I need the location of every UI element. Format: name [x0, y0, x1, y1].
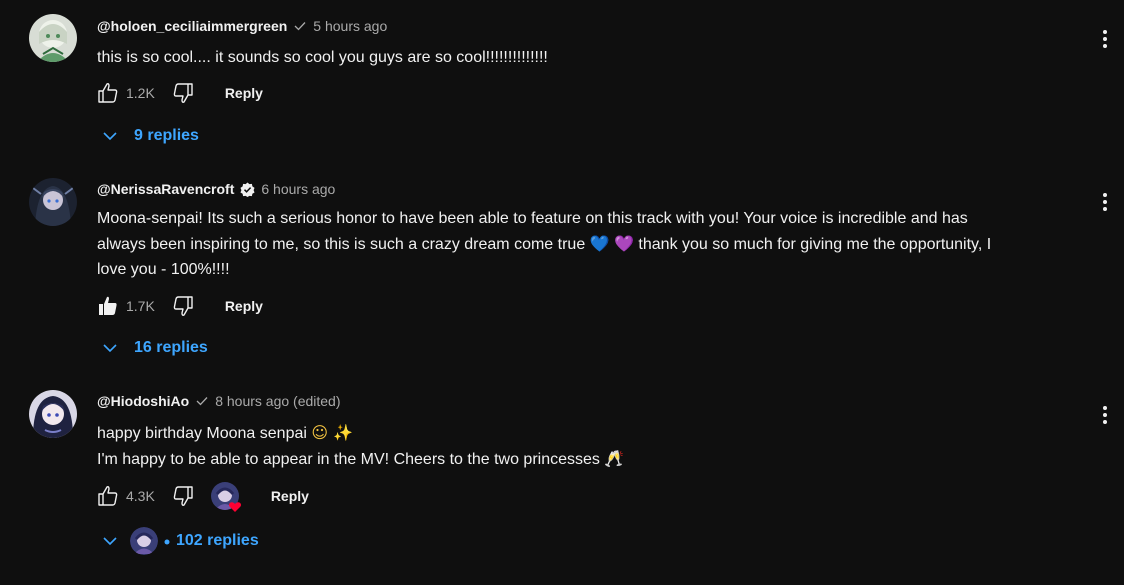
bullet-separator-icon	[164, 532, 170, 550]
comment-text-line: I'm happy to be able to appear in the MV…	[97, 446, 1087, 472]
creator-heart-badge	[210, 482, 241, 512]
comment-text: Moona-senpai! Its such a serious honor t…	[97, 206, 1087, 282]
comment-header: @HiodoshiAo 8 hours ago (edited)	[97, 391, 341, 411]
author-name[interactable]: @holoen_ceciliaimmergreen	[97, 18, 287, 34]
reply-button[interactable]: Reply	[271, 488, 309, 504]
comment-text-line: happy birthday Moona senpai ☺ ✨	[97, 420, 1087, 446]
avatar-nerissa-icon	[29, 178, 77, 226]
author-name[interactable]: @HiodoshiAo	[97, 393, 189, 409]
thumbs-up-filled-icon	[99, 296, 117, 315]
comment-actions: 4.3K Reply	[94, 482, 309, 512]
author-name[interactable]: @NerissaRavencroft	[97, 181, 234, 197]
comment-timestamp[interactable]: 8 hours ago (edited)	[215, 393, 340, 409]
reply-button[interactable]: Reply	[225, 85, 263, 101]
chevron-down-icon	[100, 338, 120, 358]
avatar[interactable]	[29, 390, 77, 438]
comment-text: happy birthday Moona senpai ☺ ✨ I'm happ…	[97, 420, 1087, 472]
comment-text-fragment: I'm happy to be able to appear in the MV…	[97, 451, 600, 468]
reply-button[interactable]: Reply	[225, 298, 263, 314]
more-actions-button[interactable]	[1093, 403, 1117, 427]
comment-text-line: love you - 100%!!!!	[97, 261, 230, 278]
more-actions-button[interactable]	[1093, 27, 1117, 51]
comment-text-line: Moona-senpai! Its such a serious honor t…	[97, 210, 968, 227]
comment-header: @NerissaRavencroft 6 hours ago	[97, 179, 335, 199]
purple-heart-emoji: 💜	[614, 234, 634, 253]
view-replies-button[interactable]: 9 replies	[100, 124, 199, 148]
avatar[interactable]	[29, 14, 77, 62]
smiling-sparkles-emoji: ☺ ✨	[311, 423, 354, 442]
verified-badge-icon	[240, 181, 255, 197]
like-count: 4.3K	[126, 488, 155, 504]
creator-avatar-icon	[130, 527, 158, 555]
dislike-button[interactable]	[169, 79, 197, 107]
more-vert-icon	[1103, 193, 1107, 211]
view-replies-button[interactable]: 102 replies	[100, 527, 259, 555]
comment-text-line: this is so cool.... it sounds so cool yo…	[97, 49, 548, 66]
like-button[interactable]	[94, 292, 122, 320]
comment-header: @holoen_ceciliaimmergreen 5 hours ago	[97, 16, 387, 36]
creator-heart-icon	[210, 482, 241, 512]
comment-timestamp[interactable]: 5 hours ago	[313, 18, 387, 34]
dislike-button[interactable]	[169, 292, 197, 320]
comment-actions: 1.2K Reply	[94, 79, 263, 107]
like-button[interactable]	[94, 482, 122, 510]
thumbs-up-icon	[98, 83, 118, 103]
dislike-button[interactable]	[169, 482, 197, 510]
comment-text-line: always been inspiring to me, so this is …	[97, 231, 1087, 257]
comment-text-fragment: thank you so much for giving me the oppo…	[638, 236, 992, 253]
comment-timestamp[interactable]: 6 hours ago	[261, 181, 335, 197]
like-button[interactable]	[94, 79, 122, 107]
like-count: 1.7K	[126, 298, 155, 314]
replies-count-label: 16 replies	[134, 339, 208, 356]
more-actions-button[interactable]	[1093, 190, 1117, 214]
avatar-cecilia-icon	[29, 14, 77, 62]
verified-check-icon	[293, 19, 307, 33]
chevron-down-icon	[100, 126, 120, 146]
verified-check-icon	[195, 394, 209, 408]
comment-text-fragment: happy birthday Moona senpai	[97, 425, 307, 442]
creator-reply-avatar	[130, 527, 158, 555]
like-count: 1.2K	[126, 85, 155, 101]
avatar[interactable]	[29, 178, 77, 226]
thumbs-down-icon	[173, 83, 193, 103]
blue-heart-emoji: 💙	[589, 234, 610, 253]
comment-text: this is so cool.... it sounds so cool yo…	[97, 45, 1087, 70]
clinking-glasses-emoji: 🥂	[604, 449, 625, 468]
thumbs-down-icon	[173, 486, 193, 506]
comment-text-fragment: always been inspiring to me, so this is …	[97, 236, 586, 253]
avatar-ao-icon	[29, 390, 77, 438]
chevron-down-icon	[100, 531, 120, 551]
more-vert-icon	[1103, 406, 1107, 424]
replies-count-label: 102 replies	[176, 532, 259, 549]
thumbs-up-icon	[98, 486, 118, 506]
comment-actions: 1.7K Reply	[94, 292, 263, 320]
thumbs-down-icon	[173, 296, 193, 316]
view-replies-button[interactable]: 16 replies	[100, 336, 208, 360]
replies-count-label: 9 replies	[134, 127, 199, 144]
more-vert-icon	[1103, 30, 1107, 48]
